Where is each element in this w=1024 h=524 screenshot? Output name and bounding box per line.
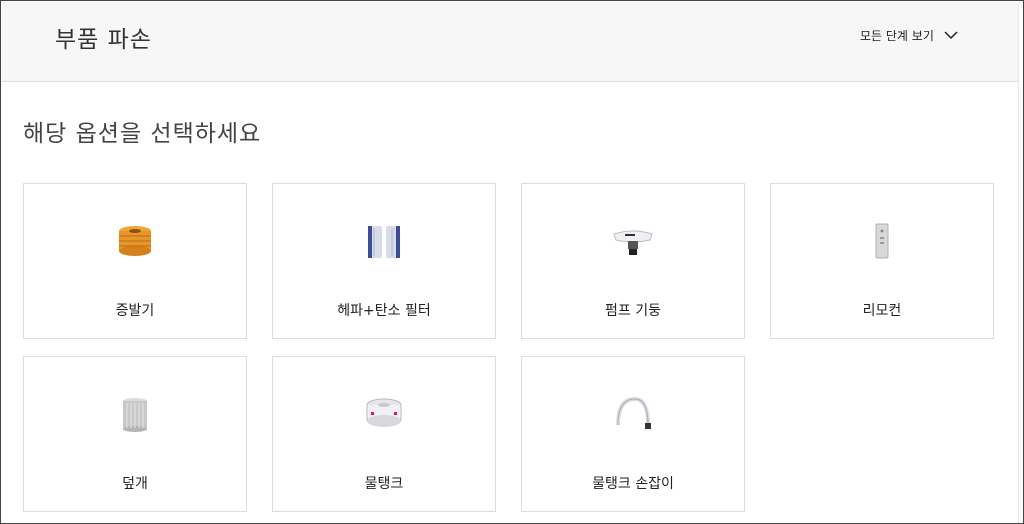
pump-column-image	[613, 230, 653, 255]
header-bar: 부품 파손 모든 단계 보기	[2, 2, 1018, 82]
all-steps-toggle[interactable]: 모든 단계 보기	[860, 24, 958, 46]
option-card-remote-control[interactable]: 리모컨	[770, 183, 994, 339]
chevron-down-icon	[944, 30, 958, 39]
option-card-water-tank-handle[interactable]: 물탱크 손잡이	[521, 356, 745, 512]
option-card-evaporator[interactable]: 증발기	[23, 183, 247, 339]
option-card-hepa-carbon-filter[interactable]: 헤파+탄소 필터	[272, 183, 496, 339]
option-label: 헤파+탄소 필터	[337, 303, 431, 319]
hepa-carbon-filter-image	[368, 226, 400, 258]
water-tank-image	[366, 398, 402, 427]
remote-control-image	[875, 223, 889, 259]
option-label: 리모컨	[862, 303, 902, 319]
evaporator-image	[119, 226, 151, 256]
scroll-divider	[1018, 2, 1019, 523]
option-card-water-tank[interactable]: 물탱크	[272, 356, 496, 512]
cover-image	[123, 398, 147, 432]
all-steps-label: 모든 단계 보기	[860, 28, 934, 43]
page-title: 부품 파손	[55, 27, 152, 53]
option-card-pump-column[interactable]: 펌프 기둥	[521, 183, 745, 339]
option-card-cover[interactable]: 덮개	[23, 356, 247, 512]
option-label: 물탱크 손잡이	[592, 476, 674, 492]
water-tank-handle-image	[616, 396, 651, 429]
app-frame: 부품 파손 모든 단계 보기 해당 옵션을 선택하세요 증발기 헤파+탄소 필터…	[0, 0, 1024, 524]
section-heading: 해당 옵션을 선택하세요	[23, 121, 262, 147]
option-label: 증발기	[115, 303, 155, 319]
option-label: 덮개	[122, 476, 148, 492]
option-label: 펌프 기둥	[605, 303, 661, 319]
option-label: 물탱크	[364, 476, 404, 492]
